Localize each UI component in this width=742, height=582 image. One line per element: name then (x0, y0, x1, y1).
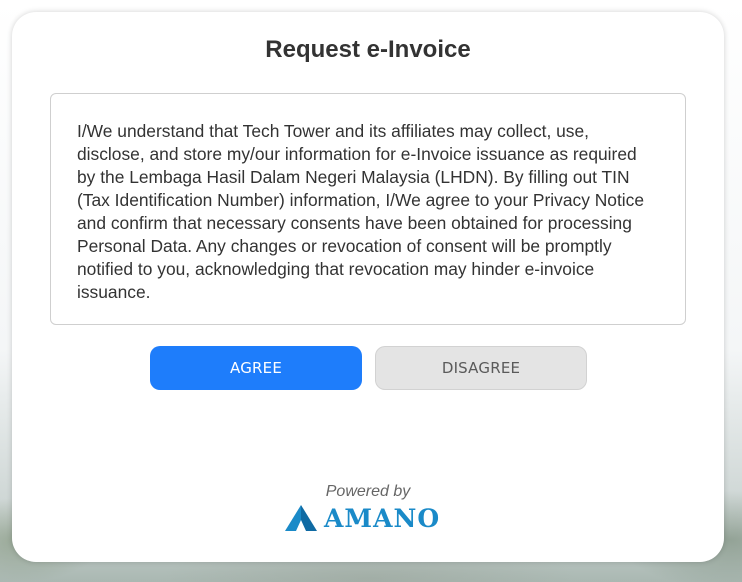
request-einvoice-dialog: Request e-Invoice I/We understand that T… (12, 12, 724, 562)
agree-button[interactable]: AGREE (150, 346, 362, 390)
consent-text: I/We understand that Tech Tower and its … (77, 121, 645, 302)
brand-name: AMANO (324, 503, 441, 533)
amano-logo-icon (285, 505, 317, 531)
amano-logo: AMANO (284, 503, 440, 533)
consent-text-box: I/We understand that Tech Tower and its … (50, 93, 686, 325)
powered-by-label: Powered by (325, 483, 411, 500)
dialog-title: Request e-Invoice (265, 36, 471, 63)
disagree-button[interactable]: DISAGREE (375, 346, 587, 390)
